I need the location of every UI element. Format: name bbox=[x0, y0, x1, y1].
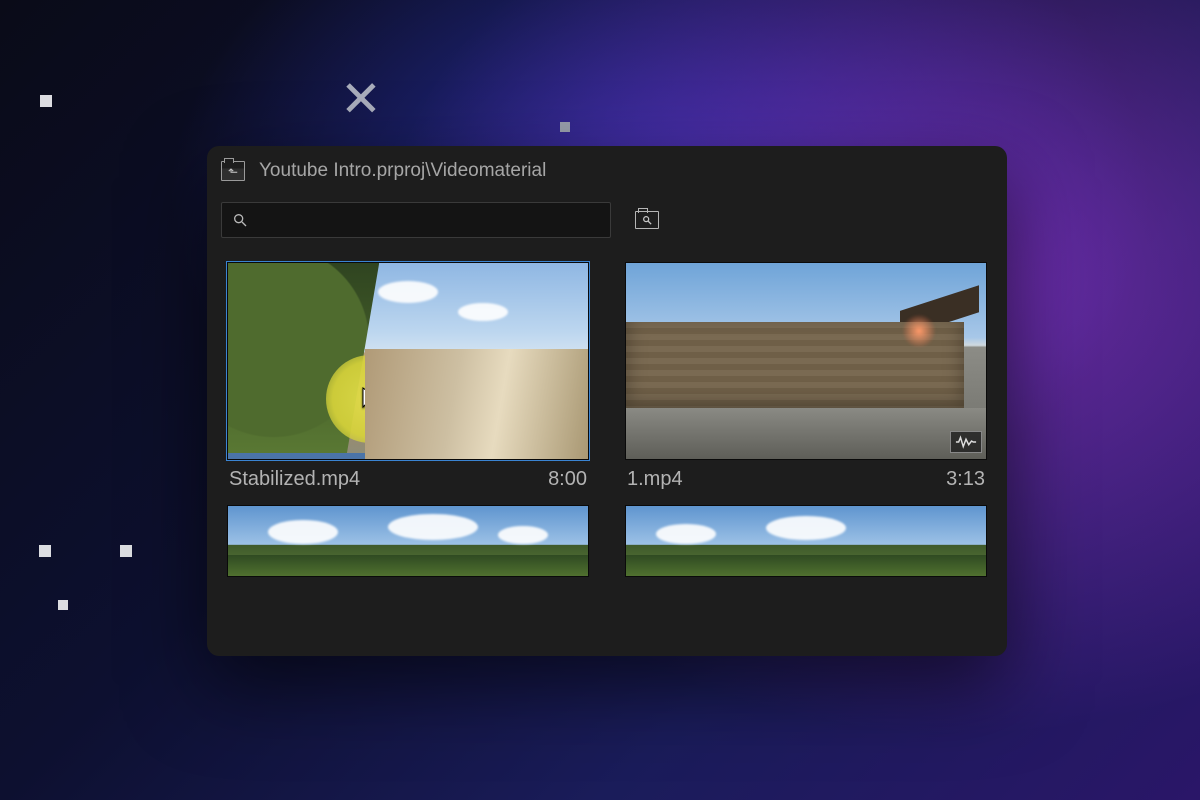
panel-header: ⬑ Youtube Intro.prproj\Videomaterial bbox=[207, 146, 1007, 196]
new-search-bin-icon[interactable] bbox=[635, 211, 659, 229]
cursor-icon bbox=[362, 387, 382, 413]
bg-square bbox=[39, 545, 51, 557]
folder-up-icon[interactable]: ⬑ bbox=[221, 161, 245, 181]
bg-square bbox=[40, 95, 52, 107]
clip-duration: 3:13 bbox=[946, 468, 985, 491]
audio-waveform-icon bbox=[950, 431, 982, 453]
search-icon bbox=[232, 212, 248, 228]
clip-item[interactable] bbox=[625, 505, 987, 577]
bg-x-icon: ✕ bbox=[340, 70, 382, 128]
scrub-bar[interactable] bbox=[228, 453, 588, 459]
clip-thumbnail[interactable] bbox=[625, 505, 987, 577]
clip-name: Stabilized.mp4 bbox=[229, 468, 360, 491]
bg-square bbox=[120, 545, 132, 557]
search-field[interactable] bbox=[221, 202, 611, 238]
clip-item[interactable]: 1.mp4 3:13 bbox=[625, 262, 987, 491]
clip-thumbnail[interactable] bbox=[227, 262, 589, 460]
clip-duration: 8:00 bbox=[548, 468, 587, 491]
clip-thumbnail[interactable] bbox=[227, 505, 589, 577]
clip-grid: Stabilized.mp4 8:00 1.mp4 3:13 bbox=[207, 244, 1007, 577]
search-input[interactable] bbox=[258, 211, 600, 229]
toolbar bbox=[207, 196, 1007, 244]
audio-waveform-icon bbox=[552, 431, 584, 453]
clip-item[interactable]: Stabilized.mp4 8:00 bbox=[227, 262, 589, 491]
breadcrumb: Youtube Intro.prproj\Videomaterial bbox=[259, 160, 546, 182]
click-highlight bbox=[326, 355, 414, 443]
project-bin-panel: ⬑ Youtube Intro.prproj\Videomaterial bbox=[207, 146, 1007, 656]
bg-square bbox=[58, 600, 68, 610]
clip-item[interactable] bbox=[227, 505, 589, 577]
clip-name: 1.mp4 bbox=[627, 468, 683, 491]
clip-thumbnail[interactable] bbox=[625, 262, 987, 460]
bg-square bbox=[560, 122, 570, 132]
